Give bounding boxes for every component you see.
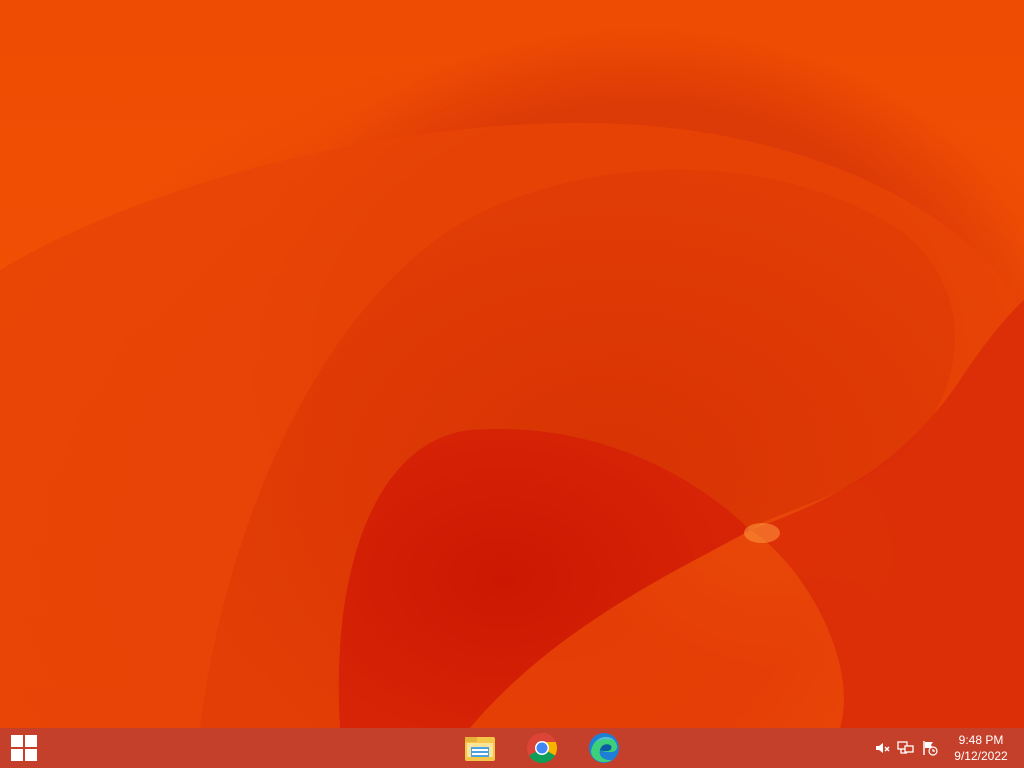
start-button[interactable] bbox=[0, 728, 48, 768]
desktop-wallpaper bbox=[0, 0, 1024, 728]
chrome-icon bbox=[526, 732, 557, 764]
wallpaper-swirl bbox=[0, 122, 1024, 728]
clock-time: 9:48 PM bbox=[958, 733, 1004, 747]
action-center-flag-icon[interactable] bbox=[918, 728, 942, 768]
file-explorer-icon bbox=[465, 737, 495, 761]
network-icon[interactable] bbox=[894, 728, 918, 768]
taskbar-app-edge[interactable] bbox=[580, 728, 628, 768]
taskbar-app-file-explorer[interactable] bbox=[456, 728, 504, 768]
windows-logo-icon bbox=[11, 735, 37, 761]
clock-date: 9/12/2022 bbox=[954, 749, 1008, 763]
volume-muted-icon[interactable] bbox=[870, 728, 894, 768]
edge-icon bbox=[589, 733, 619, 763]
taskbar: 9:48 PM 9/12/2022 bbox=[0, 728, 1024, 768]
taskbar-app-chrome[interactable] bbox=[518, 728, 566, 768]
system-tray: 9:48 PM 9/12/2022 bbox=[870, 728, 1024, 768]
taskbar-clock[interactable]: 9:48 PM 9/12/2022 bbox=[946, 728, 1016, 768]
